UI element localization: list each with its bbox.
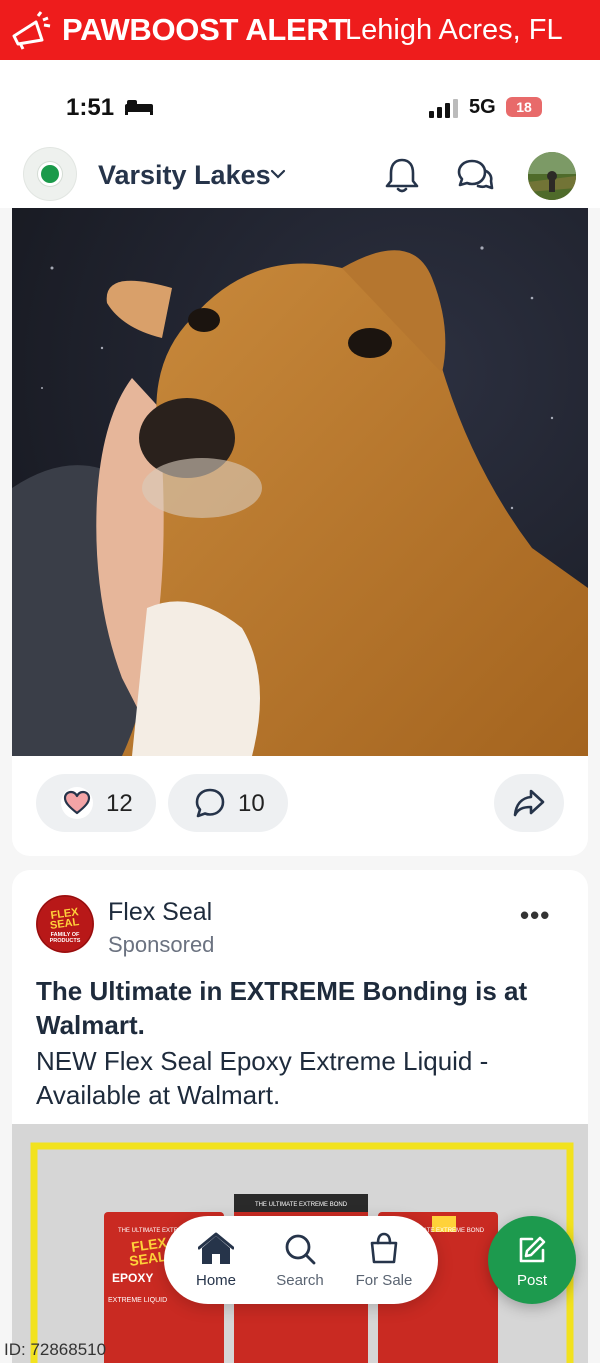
- share-button[interactable]: [494, 774, 564, 832]
- home-icon: [198, 1232, 234, 1264]
- dog-photo[interactable]: [12, 208, 588, 756]
- messages-icon[interactable]: [456, 156, 494, 194]
- share-arrow-icon: [513, 789, 545, 817]
- user-avatar[interactable]: [528, 152, 576, 200]
- compose-icon: [519, 1236, 546, 1263]
- more-options-icon[interactable]: •••: [520, 900, 550, 931]
- chevron-down-icon[interactable]: [270, 168, 286, 180]
- heart-icon: [61, 787, 93, 819]
- post-button[interactable]: Post: [488, 1216, 576, 1304]
- sponsored-label: Sponsored: [108, 932, 215, 957]
- post-button-label: Post: [516, 1272, 547, 1289]
- notifications-bell-icon[interactable]: [384, 156, 420, 194]
- online-status-icon: [38, 162, 62, 186]
- flex-seal-logo-art: FLEX SEAL FAMILY OF PRODUCTS: [36, 895, 94, 953]
- like-button[interactable]: 12: [36, 774, 156, 832]
- product-name: EPOXY: [112, 1271, 153, 1285]
- profile-status-button[interactable]: [24, 148, 76, 200]
- network-type: 5G: [469, 96, 496, 118]
- avatar-photo: [528, 152, 576, 200]
- nav-home-label: Home: [195, 1272, 236, 1289]
- product-caption: EXTREME LIQUID: [108, 1297, 167, 1304]
- sleep-focus-icon: [125, 100, 153, 115]
- post-card: 12 10: [12, 208, 588, 856]
- status-time: 1:51: [66, 94, 115, 121]
- nav-search-label: Search: [276, 1272, 324, 1289]
- banner-location: Lehigh Acres, FL: [345, 14, 563, 46]
- shopping-bag-icon: [370, 1232, 398, 1264]
- nav-for-sale[interactable]: For Sale: [342, 1216, 426, 1304]
- top-nav: Varsity Lakes: [0, 148, 600, 208]
- comment-count: 10: [238, 790, 265, 817]
- comment-bubble-icon: [195, 788, 225, 818]
- footer-id: ID: 72868510: [4, 1340, 107, 1359]
- app-screen: 1:51 5G 18 Varsity Lakes 12 10 FLEX SEAL…: [0, 60, 600, 1363]
- product-tag-center: THE ULTIMATE EXTREME BOND: [255, 1202, 348, 1208]
- banner-brand: PAWBOOST ALERT: [62, 12, 348, 47]
- megaphone-icon: [12, 11, 51, 50]
- comment-button[interactable]: 10: [168, 774, 288, 832]
- status-bar: 1:51 5G 18: [0, 60, 600, 150]
- battery-indicator: 18: [506, 97, 542, 117]
- search-icon: [285, 1234, 316, 1265]
- logo-line-4: PRODUCTS: [50, 938, 81, 944]
- pawboost-banner: PAWBOOST ALERT Lehigh Acres, FL: [0, 0, 600, 60]
- signal-icon: [429, 99, 458, 118]
- nav-for-sale-label: For Sale: [355, 1272, 413, 1289]
- bottom-nav: Home Search For Sale: [164, 1216, 438, 1304]
- flex-seal-logo[interactable]: FLEX SEAL FAMILY OF PRODUCTS: [36, 895, 94, 953]
- neighborhood-selector[interactable]: Varsity Lakes: [98, 160, 271, 191]
- ad-headline[interactable]: The Ultimate in EXTREME Bonding is at Wa…: [36, 974, 566, 1042]
- nav-search[interactable]: Search: [258, 1216, 342, 1304]
- ad-body: NEW Flex Seal Epoxy Extreme Liquid - Ava…: [36, 1046, 489, 1110]
- like-count: 12: [106, 790, 133, 817]
- advertiser-name[interactable]: Flex Seal: [108, 898, 212, 927]
- nav-home[interactable]: Home: [174, 1216, 258, 1304]
